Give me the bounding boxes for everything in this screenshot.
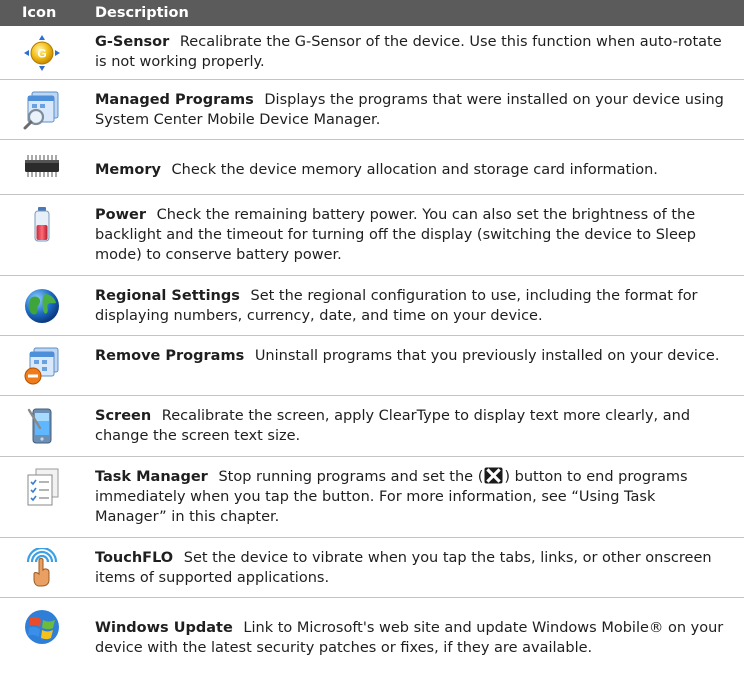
description-cell: Memory Check the device memory allocatio… [95,150,744,194]
icon-cell: G [0,32,95,79]
table-row: Managed Programs Displays the programs t… [0,80,744,140]
row-title: G-Sensor [95,34,170,50]
description-cell: Task Manager Stop running programs and s… [95,467,744,537]
header-description-column: Description [95,5,189,21]
globe-icon [24,289,59,323]
icon-cell [0,205,95,275]
icon-cell [0,346,95,395]
table-row: Task Manager Stop running programs and s… [0,457,744,538]
memory-icon [24,155,59,177]
description-cell: Power Check the remaining battery power.… [95,205,744,275]
description-cell: Remove Programs Uninstall programs that … [95,346,744,395]
touchflo-icon [26,548,57,587]
table-header: Icon Description [0,0,744,26]
row-text-before: Stop running programs and set the ( [218,469,484,485]
table-row: Windows Update Link to Microsoft's web s… [0,598,744,668]
remove-programs-icon [24,347,58,385]
description-cell: Regional Settings Set the regional confi… [95,286,744,335]
row-title: Windows Update [95,620,233,636]
row-text: Uninstall programs that you previously i… [254,348,720,364]
table-row: TouchFLO Set the device to vibrate when … [0,538,744,598]
table-row: Regional Settings Set the regional confi… [0,276,744,336]
description-cell: TouchFLO Set the device to vibrate when … [95,548,744,597]
row-text: Check the device memory allocation and s… [171,162,658,178]
battery-icon [34,207,49,242]
description-cell: G-Sensor Recalibrate the G-Sensor of the… [95,32,744,79]
icon-cell [0,406,95,456]
table-row: G G-Sensor Recalibrate the G-Sensor of t… [0,26,744,80]
row-title: TouchFLO [95,550,174,566]
g-sensor-icon: G [23,35,60,71]
row-title: Remove Programs [95,348,245,364]
icon-cell [0,606,95,668]
table-row: Power Check the remaining battery power.… [0,195,744,276]
managed-programs-icon [23,91,58,130]
row-title: Screen [95,408,152,424]
row-text: Set the device to vibrate when you tap t… [95,550,712,586]
icon-cell [0,548,95,597]
icon-cell [0,150,95,194]
row-title: Power [95,207,146,223]
svg-text:G: G [37,47,46,61]
close-x-icon [484,467,503,484]
settings-table: Icon Description G G-Sensor Recalibrate … [0,0,744,668]
table-row: Screen Recalibrate the screen, apply Cle… [0,396,744,457]
header-icon-column: Icon [22,5,57,21]
row-title: Managed Programs [95,92,254,108]
icon-cell [0,286,95,335]
row-text: Recalibrate the screen, apply ClearType … [95,408,691,444]
description-cell: Managed Programs Displays the programs t… [95,90,744,139]
task-manager-icon [27,468,58,506]
table-row: Remove Programs Uninstall programs that … [0,336,744,396]
icon-cell [0,467,95,537]
icon-cell [0,90,95,139]
screen-icon [27,408,51,444]
row-text: Check the remaining battery power. You c… [95,207,696,263]
row-title: Memory [95,162,161,178]
description-cell: Windows Update Link to Microsoft's web s… [95,612,744,668]
row-title: Regional Settings [95,288,240,304]
row-title: Task Manager [95,469,208,485]
table-row: Memory Check the device memory allocatio… [0,140,744,195]
windows-flag-icon [24,610,59,644]
description-cell: Screen Recalibrate the screen, apply Cle… [95,406,744,456]
row-text: Recalibrate the G-Sensor of the device. … [95,34,722,70]
